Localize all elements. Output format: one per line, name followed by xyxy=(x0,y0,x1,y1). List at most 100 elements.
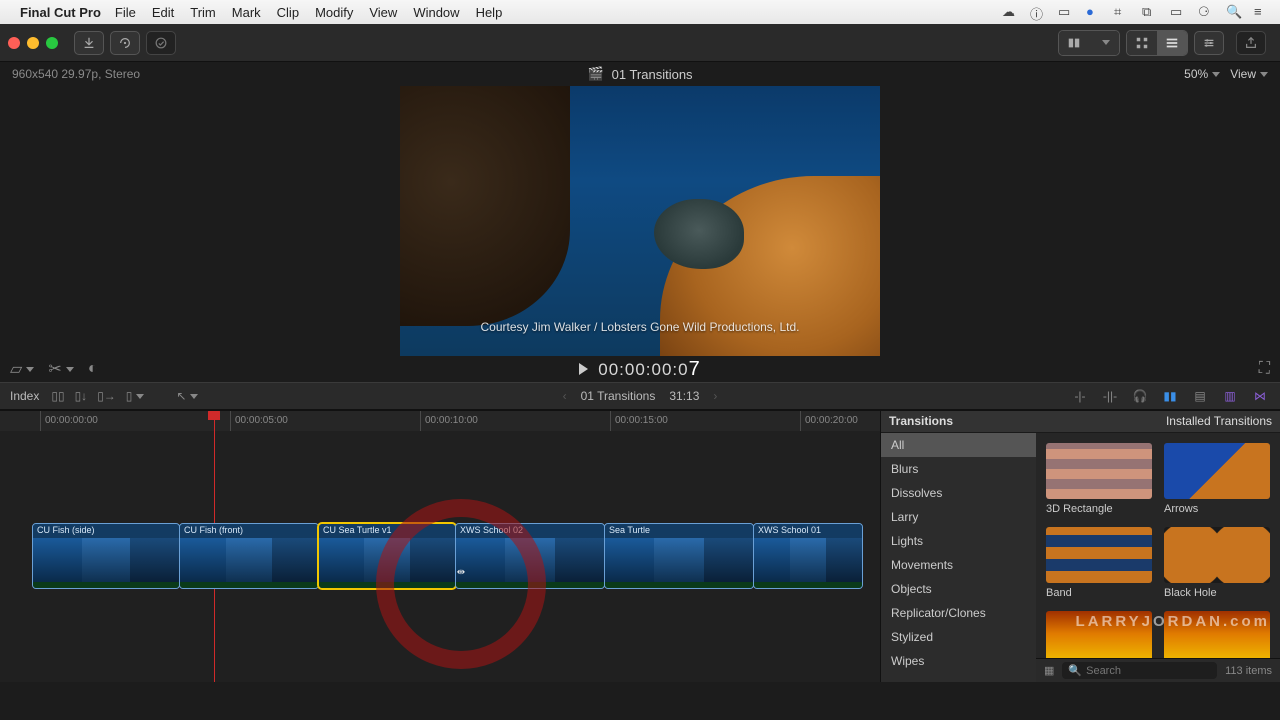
transition-item[interactable] xyxy=(1046,611,1152,658)
arrow-tool-icon[interactable]: ↖ xyxy=(176,389,198,403)
display-icon[interactable]: ▭ xyxy=(1058,4,1074,20)
transitions-category[interactable]: Objects xyxy=(881,577,1036,601)
transitions-category[interactable]: Replicator/Clones xyxy=(881,601,1036,625)
window-close-button[interactable] xyxy=(8,37,20,49)
chevron-down-icon xyxy=(1260,72,1268,77)
library-grid-icon[interactable] xyxy=(1127,31,1157,55)
transitions-header: Transitions xyxy=(881,411,1036,433)
wifi-icon[interactable]: ⚆ xyxy=(1198,4,1214,20)
library-list-icon[interactable] xyxy=(1157,31,1187,55)
transitions-category[interactable]: Wipes xyxy=(881,649,1036,673)
library-layout-segmented[interactable] xyxy=(1126,30,1188,56)
transitions-category[interactable]: Dissolves xyxy=(881,481,1036,505)
transitions-search-field[interactable]: 🔍 xyxy=(1062,662,1217,679)
viewer-canvas[interactable]: Courtesy Jim Walker / Lobsters Gone Wild… xyxy=(0,86,1280,356)
transitions-category[interactable]: Lights xyxy=(881,529,1036,553)
viewer-timecode[interactable]: 00:00:00:07 xyxy=(598,358,700,381)
transition-item[interactable]: 3D Rectangle xyxy=(1046,443,1152,515)
play-button[interactable] xyxy=(579,363,588,375)
transitions-grid: 3D RectangleArrowsBandBlack Hole LARRYJO… xyxy=(1036,433,1280,658)
menu-clip[interactable]: Clip xyxy=(277,5,299,20)
browser-layout-segmented[interactable] xyxy=(1058,30,1120,56)
import-button[interactable] xyxy=(74,31,104,55)
app-name[interactable]: Final Cut Pro xyxy=(20,5,101,20)
history-back-icon[interactable]: ‹ xyxy=(563,389,567,403)
overwrite-clip-icon[interactable]: ▯ xyxy=(126,389,145,403)
menu-view[interactable]: View xyxy=(369,5,397,20)
history-forward-icon[interactable]: › xyxy=(713,389,717,403)
clip-label: Sea Turtle xyxy=(605,524,753,538)
timeline-ruler[interactable]: 00:00:00:0000:00:05:0000:00:10:0000:00:1… xyxy=(0,411,880,431)
transitions-category[interactable]: Stylized xyxy=(881,625,1036,649)
transform-tool-button[interactable]: ▱ xyxy=(10,359,34,379)
menu-modify[interactable]: Modify xyxy=(315,5,353,20)
transition-item[interactable]: Band xyxy=(1046,527,1152,599)
transition-thumbnail xyxy=(1046,527,1152,583)
background-tasks-button[interactable] xyxy=(146,31,176,55)
snapping-icon[interactable]: ▮▮ xyxy=(1160,389,1180,403)
index-button[interactable]: Index xyxy=(10,389,39,403)
insert-clip-icon[interactable]: ▯↓ xyxy=(75,389,88,403)
transition-item[interactable]: Arrows xyxy=(1164,443,1270,515)
timeline-clip[interactable]: XWS School 01 xyxy=(753,523,863,589)
effects-browser-icon[interactable]: ▥ xyxy=(1220,389,1240,403)
transitions-category[interactable]: All xyxy=(881,433,1036,457)
transitions-browser-icon[interactable]: ⋈ xyxy=(1250,389,1270,403)
append-clip-icon[interactable]: ▯→ xyxy=(97,389,116,403)
window-minimize-button[interactable] xyxy=(27,37,39,49)
transitions-category[interactable]: Blurs xyxy=(881,457,1036,481)
timeline-clip[interactable]: Sea Turtle xyxy=(604,523,754,589)
solo-icon[interactable]: 🎧 xyxy=(1130,389,1150,403)
audio-skimming-icon[interactable]: -||- xyxy=(1100,389,1120,403)
primary-storyline[interactable]: CU Fish (side)CU Fish (front)CU Sea Turt… xyxy=(32,523,863,589)
transitions-category[interactable]: Movements xyxy=(881,553,1036,577)
menu-edit[interactable]: Edit xyxy=(152,5,174,20)
share-button[interactable] xyxy=(1236,31,1266,55)
view-menu[interactable]: View xyxy=(1230,67,1268,81)
installed-transitions-label[interactable]: Installed Transitions xyxy=(1036,411,1280,433)
skimming-icon[interactable]: -|- xyxy=(1070,389,1090,403)
battery-icon[interactable]: ▭ xyxy=(1170,4,1186,20)
transition-thumbnail xyxy=(1046,611,1152,658)
inspector-toggle-button[interactable] xyxy=(1194,31,1224,55)
timeline[interactable]: 00:00:00:0000:00:05:0000:00:10:0000:00:1… xyxy=(0,411,880,682)
dot-icon[interactable]: ● xyxy=(1086,4,1102,20)
timeline-clip[interactable]: CU Sea Turtle v1 xyxy=(318,523,456,589)
clapperboard-icon: 🎬 xyxy=(587,66,603,82)
zoom-level[interactable]: 50% xyxy=(1184,67,1220,81)
connect-clip-icon[interactable]: ▯▯ xyxy=(51,389,64,403)
transitions-category[interactable]: Larry xyxy=(881,505,1036,529)
transitions-count: 113 items xyxy=(1225,665,1272,677)
search-input[interactable] xyxy=(1086,665,1211,677)
fullscreen-button[interactable]: ⛶ xyxy=(1259,360,1270,378)
menu-file[interactable]: File xyxy=(115,5,136,20)
hamburger-icon[interactable]: ≡ xyxy=(1254,4,1270,20)
dropbox-icon[interactable]: ⌗ xyxy=(1114,4,1130,20)
transition-item[interactable] xyxy=(1164,611,1270,658)
timeline-clip[interactable]: CU Fish (side) xyxy=(32,523,180,589)
ruler-tick: 00:00:15:00 xyxy=(610,411,668,431)
screen-icon[interactable]: ⧉ xyxy=(1142,4,1158,20)
transition-name: 3D Rectangle xyxy=(1046,503,1152,515)
menu-help[interactable]: Help xyxy=(476,5,503,20)
layout-option-1[interactable] xyxy=(1059,31,1089,55)
spotlight-icon[interactable]: 🔍 xyxy=(1226,4,1242,20)
retime-tool-button[interactable]: ◐ xyxy=(88,360,98,378)
transitions-category-list: Transitions AllBlursDissolvesLarryLights… xyxy=(881,411,1036,682)
menu-mark[interactable]: Mark xyxy=(232,5,261,20)
clip-appearance-icon[interactable]: ▤ xyxy=(1190,389,1210,403)
layout-option-dropdown[interactable] xyxy=(1089,31,1119,55)
keyword-button[interactable] xyxy=(110,31,140,55)
menu-window[interactable]: Window xyxy=(413,5,459,20)
grid-view-icon[interactable]: ▦ xyxy=(1044,664,1054,677)
macos-menubar: Final Cut Pro File Edit Trim Mark Clip Modify… xyxy=(0,0,1280,24)
info-icon[interactable]: ⓘ xyxy=(1030,4,1046,20)
window-zoom-button[interactable] xyxy=(46,37,58,49)
transition-item[interactable]: Black Hole xyxy=(1164,527,1270,599)
timeline-clip[interactable]: XWS School 02 xyxy=(455,523,605,589)
ruler-tick: 00:00:20:00 xyxy=(800,411,858,431)
icloud-icon[interactable]: ☁︎ xyxy=(1002,4,1018,20)
menu-trim[interactable]: Trim xyxy=(190,5,216,20)
timeline-clip[interactable]: CU Fish (front) xyxy=(179,523,319,589)
crop-tool-button[interactable]: ✂︎ xyxy=(48,359,73,379)
